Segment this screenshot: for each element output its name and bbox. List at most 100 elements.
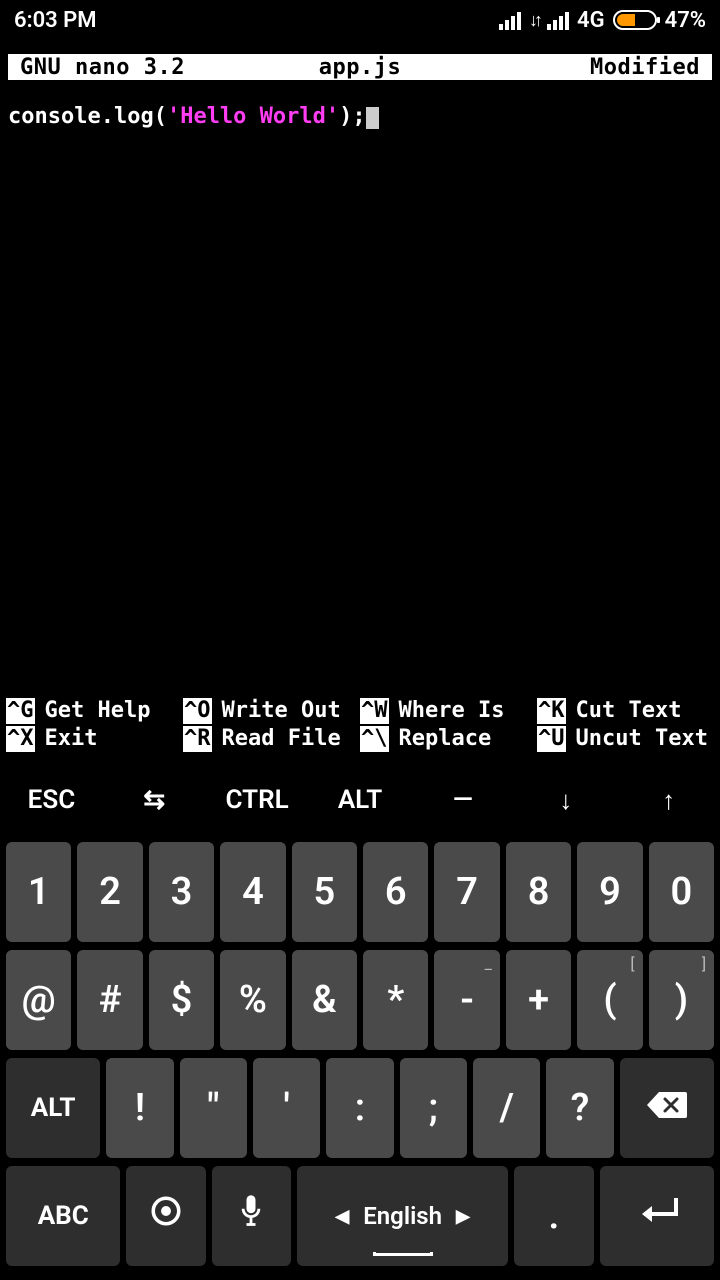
chevron-left-icon: ◀: [335, 1206, 349, 1227]
key-label: ": [207, 1086, 219, 1130]
shortcut-key: ^\: [360, 726, 389, 752]
keyboard-row-4: ABC ◀ English ▶ .: [2, 1162, 718, 1270]
key-6[interactable]: 6: [363, 842, 428, 942]
battery-pct: 47%: [665, 8, 706, 33]
key-label: $: [171, 978, 193, 1022]
termux-extra-keys: ESC ⇆ CTRL ALT — ↓ ↑: [0, 766, 720, 834]
key-label: &: [312, 978, 337, 1022]
key-question[interactable]: ?: [546, 1058, 613, 1158]
shortcut-key: ^X: [6, 726, 35, 752]
key-label: 8: [528, 870, 550, 914]
key-label: /: [499, 1086, 513, 1130]
spacebar-indicator: [373, 1252, 433, 1256]
shortcut-key: ^W: [360, 698, 389, 724]
key-bang[interactable]: !: [106, 1058, 173, 1158]
key-label: .: [549, 1194, 560, 1238]
key-5[interactable]: 5: [292, 842, 357, 942]
key-2[interactable]: 2: [77, 842, 142, 942]
shortcut-label: Get Help: [45, 698, 151, 724]
key-settings[interactable]: [126, 1166, 205, 1266]
key-period[interactable]: .: [514, 1166, 593, 1266]
nano-status: Modified: [473, 55, 712, 80]
shortcut-label: Replace: [399, 726, 492, 752]
network-label: 4G: [577, 8, 605, 33]
key-sublabel: _: [485, 954, 492, 973]
code-string: 'Hello World': [167, 104, 339, 129]
shortcut-label: Read File: [222, 726, 341, 752]
key-backspace[interactable]: [620, 1058, 714, 1158]
key-label: #: [99, 978, 122, 1022]
shortcut-key: ^K: [537, 698, 566, 724]
nano-filename: app.js: [247, 55, 474, 80]
key-7[interactable]: 7: [434, 842, 499, 942]
key-abc[interactable]: ABC: [6, 1166, 120, 1266]
key-colon[interactable]: :: [326, 1058, 393, 1158]
shortcut-where-is: ^W Where Is: [360, 698, 537, 724]
keyboard-row-1: 1 2 3 4 5 6 7 8 9 0: [2, 838, 718, 946]
key-plus[interactable]: +: [506, 950, 571, 1050]
nano-title-bar: GNU nano 3.2 app.js Modified: [8, 54, 712, 80]
key-0[interactable]: 0: [649, 842, 714, 942]
key-dash[interactable]: _-: [434, 950, 499, 1050]
key-label: !: [135, 1086, 145, 1130]
key-alt[interactable]: ALT: [6, 1058, 100, 1158]
extra-key-up[interactable]: ↑: [617, 785, 720, 816]
key-label: ABC: [38, 1201, 89, 1231]
key-8[interactable]: 8: [506, 842, 571, 942]
key-label: 3: [171, 870, 193, 914]
key-label: @: [22, 978, 56, 1022]
chevron-right-icon: ▶: [456, 1206, 470, 1227]
shortcut-get-help: ^G Get Help: [6, 698, 183, 724]
microphone-icon: [237, 1193, 265, 1239]
key-voice[interactable]: [212, 1166, 291, 1266]
key-enter[interactable]: [600, 1166, 714, 1266]
shortcut-label: Cut Text: [576, 698, 682, 724]
extra-key-esc[interactable]: ESC: [0, 785, 103, 815]
key-label: -: [460, 978, 474, 1022]
key-1[interactable]: 1: [6, 842, 71, 942]
key-sublabel: ]: [702, 954, 706, 973]
shortcut-replace: ^\ Replace: [360, 726, 537, 752]
editor-content[interactable]: console.log('Hello World');: [0, 80, 720, 698]
key-space[interactable]: ◀ English ▶: [297, 1166, 508, 1266]
key-4[interactable]: 4: [220, 842, 285, 942]
keyboard-row-2: @ # $ % & * _- + [( ]): [2, 946, 718, 1054]
text-cursor: [366, 107, 379, 129]
key-squote[interactable]: ': [253, 1058, 320, 1158]
signal-icon-1: [499, 10, 521, 30]
key-amp[interactable]: &: [292, 950, 357, 1050]
extra-key-tab[interactable]: ⇆: [103, 785, 206, 815]
key-sublabel: [: [630, 954, 634, 973]
key-at[interactable]: @: [6, 950, 71, 1050]
extra-key-alt[interactable]: ALT: [309, 785, 412, 815]
extra-key-dash[interactable]: —: [411, 785, 514, 815]
key-rparen[interactable]: ]): [649, 950, 714, 1050]
shortcut-label: Uncut Text: [576, 726, 708, 752]
backspace-icon: [645, 1086, 689, 1130]
key-dollar[interactable]: $: [149, 950, 214, 1050]
key-9[interactable]: 9: [577, 842, 642, 942]
keyboard-row-3: ALT ! " ' : ; / ?: [2, 1054, 718, 1162]
battery-icon: [613, 10, 657, 30]
code-text: console.log(: [8, 104, 167, 129]
enter-icon: [632, 1194, 682, 1238]
shortcut-key: ^G: [6, 698, 35, 724]
key-star[interactable]: *: [363, 950, 428, 1050]
key-percent[interactable]: %: [220, 950, 285, 1050]
extra-key-ctrl[interactable]: CTRL: [206, 785, 309, 815]
key-slash[interactable]: /: [473, 1058, 540, 1158]
extra-key-down[interactable]: ↓: [514, 785, 617, 816]
key-label: 7: [456, 870, 478, 914]
key-label: 5: [313, 870, 335, 914]
key-label: 0: [671, 870, 693, 914]
key-label: ): [675, 978, 688, 1022]
key-label: ;: [429, 1086, 439, 1130]
space-language-label: English: [363, 1202, 442, 1230]
key-3[interactable]: 3: [149, 842, 214, 942]
shortcut-key: ^R: [183, 726, 212, 752]
key-semicolon[interactable]: ;: [400, 1058, 467, 1158]
key-dquote[interactable]: ": [180, 1058, 247, 1158]
key-label: 4: [242, 870, 264, 914]
key-lparen[interactable]: [(: [577, 950, 642, 1050]
key-hash[interactable]: #: [77, 950, 142, 1050]
